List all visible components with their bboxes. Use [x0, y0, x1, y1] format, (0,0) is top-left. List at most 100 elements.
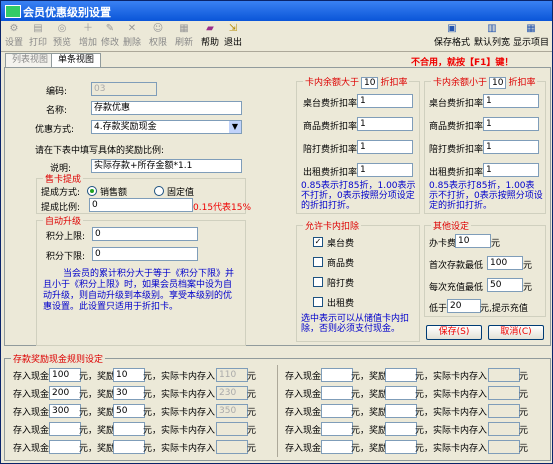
- rule-actual-field: [488, 386, 520, 400]
- rule-actual-label: 元，实际卡内存入: [143, 390, 216, 400]
- min-deposit-field[interactable]: 100: [487, 256, 523, 270]
- rule-deposit-field[interactable]: [321, 440, 353, 454]
- partner-fee-checkbox[interactable]: [313, 277, 323, 287]
- table-fee-checkbox[interactable]: ✓: [313, 237, 323, 247]
- rule-deposit-field[interactable]: [321, 404, 353, 418]
- above-goods-label: 商品费折扣率:: [303, 122, 361, 132]
- below-threshold-field[interactable]: 10: [489, 77, 507, 89]
- help-button[interactable]: ▰ 帮助: [199, 22, 221, 50]
- rule-deposit-field[interactable]: [321, 422, 353, 436]
- rule-deposit-label: 存入现金: [285, 408, 322, 418]
- rule-unit-label: 元: [247, 408, 257, 418]
- save-button[interactable]: 保存(S): [426, 325, 482, 340]
- ratio-field[interactable]: 0: [89, 198, 193, 212]
- below-goods-field[interactable]: 1: [483, 117, 539, 131]
- fixed-value-label: 固定值: [167, 188, 195, 198]
- min-deposit-label: 首次存款最低: [429, 261, 484, 271]
- goods-fee-label: 商品费: [327, 259, 355, 269]
- main-window: 会员优惠级别设置 ⚙ 设置 ▤ 打印 ◎ 预览 ＋增加 ✎ 修改 ✕ 删除 ☺ 权限 ▦ 刷新…: [0, 0, 553, 464]
- toolbar: ⚙ 设置 ▤ 打印 ◎ 预览 ＋增加 ✎ 修改 ✕ 删除 ☺ 权限 ▦ 刷新 ▰ 帮助 ⇲ 退出 …: [1, 21, 552, 52]
- lower-field[interactable]: 0: [92, 247, 198, 261]
- desc-field[interactable]: 实际存款+所存金额*1.1: [91, 159, 242, 173]
- name-field[interactable]: 存款优惠: [91, 101, 242, 115]
- rule-bonus-field[interactable]: 10: [113, 368, 145, 382]
- settings-button[interactable]: ⚙ 设置: [3, 22, 25, 50]
- above-partner-field[interactable]: 1: [357, 140, 413, 154]
- rule-bonus-label: 元，奖励: [79, 426, 116, 436]
- below-rental-label: 出租费折扣率:: [429, 168, 487, 178]
- rule-deposit-field[interactable]: [321, 386, 353, 400]
- edit-icon: ✎: [105, 23, 115, 34]
- method-select[interactable]: 4.存款奖励现金 ▼: [91, 120, 242, 134]
- below-table-field[interactable]: 1: [483, 94, 539, 108]
- rule-deposit-label: 存入现金: [13, 444, 50, 454]
- permission-button[interactable]: ☺ 权限: [147, 22, 169, 50]
- name-label: 名称:: [46, 106, 68, 116]
- rule-bonus-field[interactable]: 50: [113, 404, 145, 418]
- rule-bonus-field[interactable]: [385, 404, 417, 418]
- display-items-icon: ▦: [526, 23, 536, 34]
- rule-bonus-label: 元，奖励: [79, 444, 116, 454]
- low-balance-post: 元,提示充值: [480, 304, 528, 314]
- rule-deposit-field[interactable]: 100: [49, 368, 81, 382]
- rule-deposit-field[interactable]: 200: [49, 386, 81, 400]
- above-table-field[interactable]: 1: [357, 94, 413, 108]
- rule-bonus-field[interactable]: [385, 368, 417, 382]
- low-balance-field[interactable]: 20: [447, 299, 481, 313]
- card-fee-field[interactable]: 10: [455, 234, 491, 248]
- code-field[interactable]: 03: [91, 82, 157, 96]
- tab-single-view[interactable]: 单条视图: [51, 53, 102, 67]
- add-button[interactable]: ＋增加: [77, 22, 99, 50]
- default-width-button[interactable]: ▥ 默认列宽: [473, 22, 511, 50]
- rule-actual-label: 元，实际卡内存入: [143, 444, 216, 454]
- rule-bonus-label: 元，奖励: [351, 372, 388, 382]
- rule-actual-field: [488, 368, 520, 382]
- rule-actual-field: 110: [216, 368, 248, 382]
- rule-actual-field: [488, 404, 520, 418]
- rule-deposit-field[interactable]: 300: [49, 404, 81, 418]
- display-items-button[interactable]: ▦ 显示项目: [512, 22, 550, 50]
- preview-button[interactable]: ◎ 预览: [51, 22, 73, 50]
- fixed-value-radio[interactable]: [154, 186, 164, 196]
- upper-field[interactable]: 0: [92, 227, 198, 241]
- sales-amount-radio[interactable]: [87, 186, 97, 196]
- goods-fee-checkbox[interactable]: [313, 257, 323, 267]
- table-fee-label: 桌台费: [327, 239, 355, 249]
- rule-bonus-field[interactable]: [113, 422, 145, 436]
- below-rental-field[interactable]: 1: [483, 163, 539, 177]
- rule-deposit-field[interactable]: [321, 368, 353, 382]
- ratio-label: 提成比例:: [41, 203, 81, 213]
- low-balance-label: 低于: [429, 304, 448, 314]
- above-rental-field[interactable]: 1: [357, 163, 413, 177]
- refresh-button[interactable]: ▦ 刷新: [173, 22, 195, 50]
- above-threshold-field[interactable]: 10: [361, 77, 379, 89]
- rule-bonus-field[interactable]: [385, 422, 417, 436]
- upgrade-caption: 自动升级: [43, 214, 84, 227]
- title-bar: 会员优惠级别设置: [1, 1, 552, 21]
- exit-button[interactable]: ⇲ 退出: [222, 22, 244, 50]
- edit-button[interactable]: ✎ 修改: [99, 22, 121, 50]
- rules-divider: [277, 365, 278, 457]
- rule-deposit-field[interactable]: [49, 440, 81, 454]
- preview-icon: ◎: [57, 23, 67, 34]
- code-label: 编码:: [46, 87, 68, 97]
- tab-list-view[interactable]: 列表视图: [5, 53, 56, 67]
- chevron-down-icon[interactable]: ▼: [229, 121, 241, 133]
- above-goods-field[interactable]: 1: [357, 117, 413, 131]
- single-view-panel: 编码: 03 名称: 存款优惠 优惠方式: 4.存款奖励现金 ▼ 请在下表中填写…: [4, 67, 551, 346]
- rule-bonus-field[interactable]: 30: [113, 386, 145, 400]
- rule-bonus-label: 元，奖励: [351, 444, 388, 454]
- save-format-button[interactable]: ▣ 保存格式: [433, 22, 471, 50]
- print-button[interactable]: ▤ 打印: [27, 22, 49, 50]
- rule-bonus-field[interactable]: [385, 386, 417, 400]
- rental-fee-checkbox[interactable]: [313, 297, 323, 307]
- min-recharge-unit: 元: [523, 283, 533, 293]
- rule-bonus-field[interactable]: [385, 440, 417, 454]
- cancel-button[interactable]: 取消(C): [488, 325, 544, 340]
- below-partner-field[interactable]: 1: [483, 140, 539, 154]
- min-recharge-field[interactable]: 50: [487, 278, 523, 292]
- rule-actual-label: 元，实际卡内存入: [143, 372, 216, 382]
- rule-deposit-field[interactable]: [49, 422, 81, 436]
- delete-button[interactable]: ✕ 删除: [121, 22, 143, 50]
- rule-bonus-field[interactable]: [113, 440, 145, 454]
